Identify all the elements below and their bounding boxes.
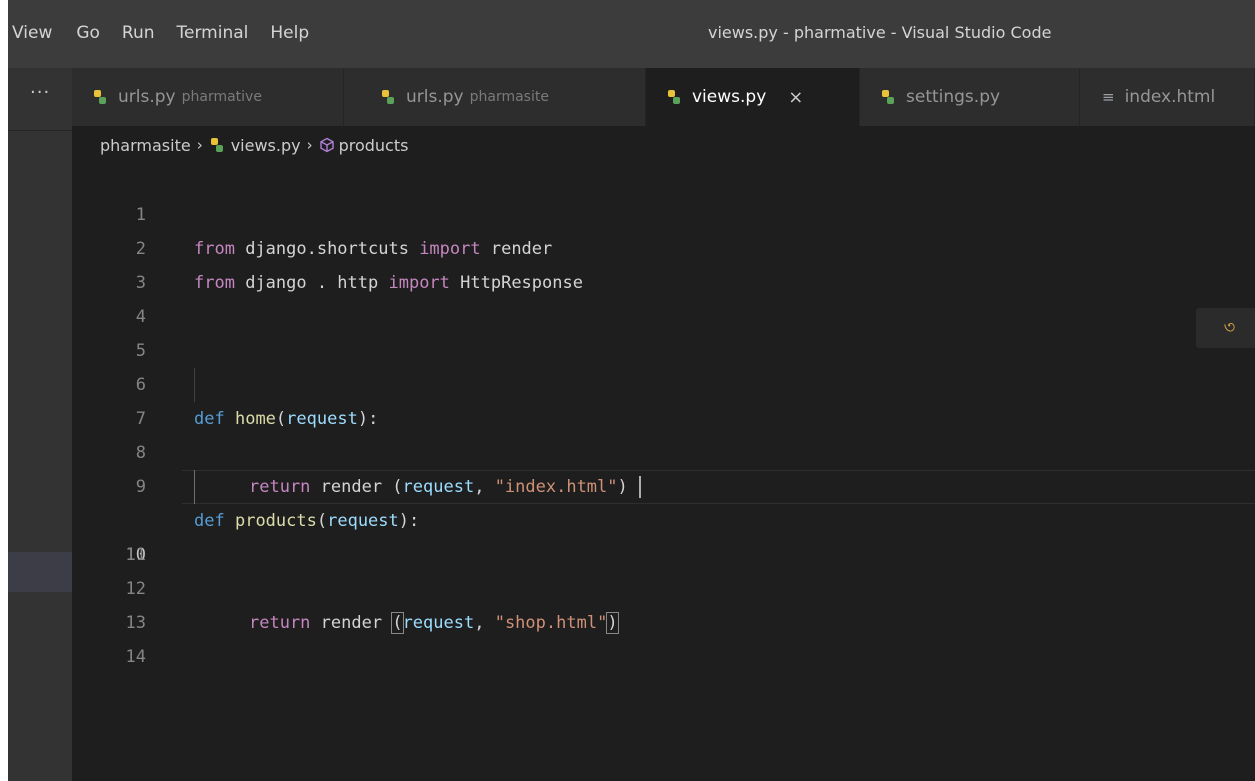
more-actions-icon[interactable]: ··· (30, 82, 50, 103)
vscode-window: View Go Run Terminal Help views.py - pha… (0, 0, 1255, 781)
indent-guide (194, 470, 195, 504)
breadcrumb-folder[interactable]: pharmasite (100, 136, 191, 155)
code-line[interactable]: 8 (72, 402, 1255, 463)
breadcrumb: pharmasite › views.py › products (100, 130, 408, 160)
text-cursor (639, 476, 641, 498)
tab-description: pharmasite (469, 89, 549, 105)
tab-views-py[interactable]: views.py × (646, 68, 860, 126)
tab-label: settings.py (906, 87, 1001, 107)
breadcrumb-file[interactable]: views.py (231, 136, 301, 155)
python-icon (668, 90, 680, 104)
code-line[interactable]: 12 (72, 538, 1255, 599)
tab-urls-pharmative[interactable]: urls.py pharmative (72, 68, 344, 126)
code-line[interactable]: 1 from django.shortcuts import render (72, 164, 1255, 259)
tab-description: pharmative (181, 89, 262, 105)
code-line[interactable]: 9 def products(request): (72, 436, 1255, 531)
code-line[interactable]: 4 (72, 266, 1255, 327)
side-widget[interactable]: ৩ (1196, 308, 1255, 348)
code-line-current[interactable]: 10 return render (request, "shop.html") (72, 470, 1255, 634)
code-line[interactable]: 5 (72, 300, 1255, 361)
activity-bar: ··· (8, 68, 72, 781)
menu-go[interactable]: Go (76, 22, 100, 44)
code-line[interactable]: 6 def home(request): (72, 334, 1255, 429)
activity-highlight[interactable] (8, 552, 72, 592)
menu-run[interactable]: Run (122, 22, 155, 44)
chevron-right-icon: › (306, 136, 313, 154)
tab-label: views.py (692, 87, 767, 107)
menu-bar: View Go Run Terminal Help (8, 0, 331, 68)
tab-label: urls.py (118, 87, 176, 107)
activity-separator (8, 130, 72, 131)
code-line[interactable]: 13 (72, 572, 1255, 633)
chevron-right-icon: › (196, 136, 203, 154)
title-bar: View Go Run Terminal Help views.py - pha… (8, 0, 1255, 68)
current-line-highlight (182, 470, 1255, 504)
close-icon[interactable]: × (788, 87, 803, 108)
tab-settings-py[interactable]: settings.py (860, 68, 1080, 126)
window-title: views.py - pharmative - Visual Studio Co… (708, 23, 1052, 42)
indent-guide (194, 368, 195, 402)
python-icon (210, 138, 223, 152)
menu-view[interactable]: View (12, 22, 52, 44)
frame-edge (0, 0, 8, 781)
code-line[interactable]: 3 (72, 232, 1255, 293)
code-line[interactable]: 2 from django . http import HttpResponse (72, 198, 1255, 293)
line-number: 14 (125, 647, 146, 667)
editor-tabs: urls.py pharmative urls.py pharmasite vi… (72, 68, 1255, 126)
menu-help[interactable]: Help (270, 22, 309, 44)
widget-glyph-icon: ৩ (1223, 316, 1236, 338)
method-cube-icon (319, 137, 334, 153)
menu-terminal[interactable]: Terminal (177, 22, 249, 44)
code-line[interactable]: 7 return render (request, "index.html") (72, 368, 1255, 497)
file-lines-icon: ≡ (1102, 88, 1115, 106)
python-icon (94, 90, 106, 104)
tab-label: index.html (1124, 87, 1216, 107)
tab-urls-pharmasite[interactable]: urls.py pharmasite (344, 68, 646, 126)
code-editor[interactable]: 1 from django.shortcuts import render 2 … (72, 162, 1255, 781)
code-line[interactable]: 11 (72, 504, 1255, 565)
breadcrumb-symbol[interactable]: products (339, 136, 409, 155)
code-line[interactable]: 14 (72, 606, 1255, 667)
python-icon (382, 90, 394, 104)
python-icon (882, 90, 894, 104)
tab-index-html[interactable]: ≡ index.html (1080, 68, 1255, 126)
tab-label: urls.py (406, 87, 464, 107)
